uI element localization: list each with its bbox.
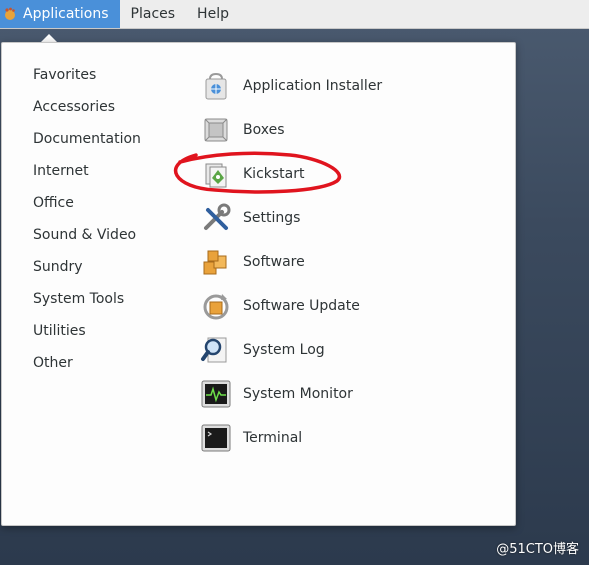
help-label: Help [197,6,229,22]
app-label: Settings [243,210,301,226]
app-label: System Monitor [243,386,353,402]
top-bar: Applications Places Help [0,0,589,29]
app-label: Software [243,254,305,270]
system-monitor-icon [201,380,231,408]
applications-menu-button[interactable]: Applications [0,0,120,28]
app-settings[interactable]: Settings [200,196,382,240]
category-documentation[interactable]: Documentation [33,131,141,163]
kickstart-icon [205,163,227,188]
software-update-icon [203,294,229,320]
app-terminal[interactable]: Terminal [200,416,382,460]
terminal-icon [201,424,231,452]
gnome-foot-icon [5,7,15,20]
app-list: Application Installer Boxes Kickstart Se… [200,64,382,460]
app-system-monitor[interactable]: System Monitor [200,372,382,416]
category-system-tools[interactable]: System Tools [33,291,141,323]
watermark: @51CTO博客 [496,542,579,557]
app-label: Terminal [243,430,303,446]
app-label: Boxes [243,122,285,138]
software-icon [203,250,227,275]
app-application-installer[interactable]: Application Installer [200,64,382,108]
places-label: Places [130,6,176,22]
help-menu-button[interactable]: Help [186,0,240,28]
category-accessories[interactable]: Accessories [33,99,141,131]
category-other[interactable]: Other [33,355,141,387]
app-label: Software Update [243,298,360,314]
category-list: Favorites Accessories Documentation Inte… [33,67,141,387]
places-menu-button[interactable]: Places [120,0,187,28]
app-software[interactable]: Software [200,240,382,284]
category-sound-video[interactable]: Sound & Video [33,227,141,259]
app-kickstart[interactable]: Kickstart [200,152,382,196]
bag-icon [205,72,227,100]
category-utilities[interactable]: Utilities [33,323,141,355]
app-boxes[interactable]: Boxes [200,108,382,152]
app-label: Application Installer [243,78,383,94]
app-software-update[interactable]: Software Update [200,284,382,328]
system-log-icon [201,337,227,363]
category-favorites[interactable]: Favorites [33,67,141,99]
app-label: Kickstart [243,166,305,182]
boxes-icon [204,118,228,142]
applications-label: Applications [23,6,109,22]
category-sundry[interactable]: Sundry [33,259,141,291]
category-office[interactable]: Office [33,195,141,227]
applications-menu: Favorites Accessories Documentation Inte… [1,42,516,526]
category-internet[interactable]: Internet [33,163,141,195]
app-system-log[interactable]: System Log [200,328,382,372]
settings-icon [204,203,231,230]
app-label: System Log [243,342,325,358]
